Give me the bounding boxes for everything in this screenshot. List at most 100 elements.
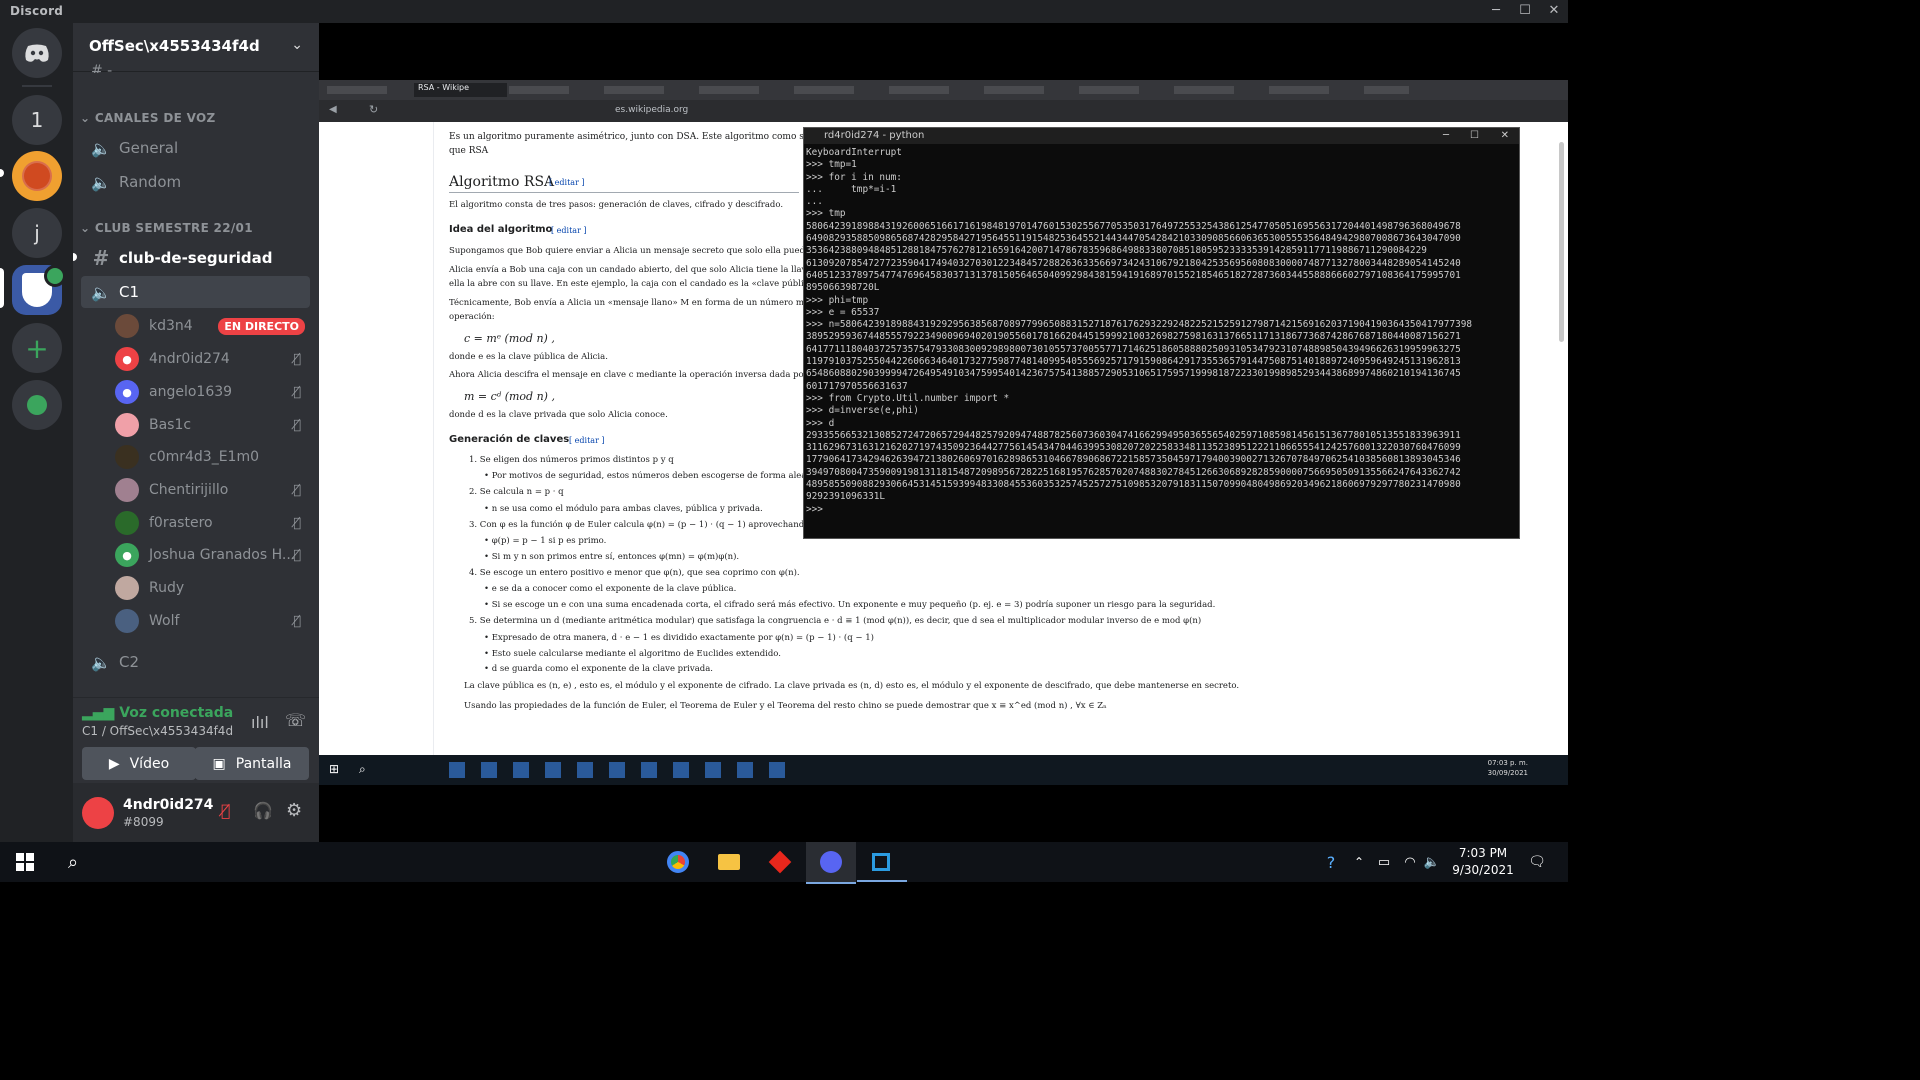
file-explorer-icon[interactable] [717, 850, 741, 874]
speaker-icon: 🔈 [91, 282, 111, 302]
text-channel-club-de-seguridad[interactable]: # club-de-seguridad [81, 242, 310, 274]
avatar [115, 413, 139, 437]
diamond-shape [768, 850, 792, 874]
system-clock[interactable]: 7:03 PM 9/30/2021 [1448, 845, 1518, 879]
wiki-euler: Usando las propiedades de la función de … [464, 701, 1107, 711]
browser-tab-active[interactable]: RSA - Wikipe [414, 83, 507, 97]
avatar[interactable] [82, 797, 114, 829]
streamed-clock: 07:03 p. m. 30/09/2021 [1488, 758, 1528, 778]
minimize-icon[interactable]: ─ [1443, 128, 1449, 144]
equation-decrypt: m = cᵈ (mod n) , [464, 390, 555, 403]
voice-channel-general[interactable]: 🔈 General [81, 132, 310, 164]
voice-channel-c1[interactable]: 🔈 C1 [81, 276, 310, 308]
wifi-icon[interactable]: ◠ [1398, 850, 1422, 874]
voice-user[interactable]: ● angelo1639 🎙̸ [115, 377, 311, 407]
username: c0mr4d3_E1m0 [149, 449, 259, 465]
voice-channel-c2[interactable]: 🔈 C2 [81, 646, 310, 678]
remote-desktop-icon[interactable] [869, 850, 893, 874]
page-scrollbar[interactable] [1559, 142, 1564, 342]
python-terminal-window[interactable]: rd4r0id274 - python ✕ ☐ ─ KeyboardInterr… [803, 127, 1520, 539]
server-list: 1 j + [0, 23, 73, 842]
clock-time: 7:03 PM [1458, 846, 1508, 860]
username: Bas1c [149, 417, 192, 433]
back-icon[interactable]: ◀ [329, 104, 337, 115]
streamed-time: 07:03 p. m. [1487, 759, 1528, 767]
close-button[interactable]: ✕ [1540, 2, 1568, 20]
voice-channel-random[interactable]: 🔈 Random [81, 166, 310, 198]
notification-icon[interactable]: 🗨 [1525, 850, 1549, 874]
signal-icon: ▂▄▆ [82, 705, 120, 721]
screen-label: Pantalla [235, 755, 292, 772]
volume-icon[interactable]: 🔈 [1420, 850, 1444, 874]
category-label: CLUB SEMESTRE 22/01 [94, 221, 253, 235]
clock-date: 9/30/2021 [1452, 863, 1514, 877]
user-panel: 4ndr0id274 #8099 🎙̸ 🎧 ⚙ [73, 783, 319, 842]
headphones-icon[interactable]: 🎧 [253, 801, 273, 820]
gen-step5b: • Expresado de otra manera, d · e − 1 es… [484, 633, 874, 643]
muted-mic-icon: 🎙̸ [293, 482, 301, 498]
unread-indicator [73, 253, 77, 261]
avatar [115, 511, 139, 535]
category-club[interactable]: ⌄ CLUB SEMESTRE 22/01 [80, 221, 253, 235]
guild-1[interactable]: 1 [12, 95, 62, 145]
edit-link[interactable]: [ editar ] [549, 178, 585, 187]
wiki-idea4: Técnicamente, Bob envía a Alicia un «men… [449, 298, 815, 308]
gen-step5c: • Esto suele calcularse mediante el algo… [484, 649, 781, 659]
heading-idea: Idea del algoritmo [449, 224, 553, 235]
terminal-output[interactable]: KeyboardInterrupt >>> tmp=1 >>> for i in… [804, 144, 1519, 519]
help-icon[interactable]: ? [1319, 850, 1343, 874]
voice-user[interactable]: Bas1c 🎙̸ [115, 410, 311, 440]
discord-taskbar-icon[interactable] [819, 850, 843, 874]
chrome-logo [667, 851, 689, 873]
edit-link[interactable]: [ editar ] [551, 226, 587, 235]
voice-channel-path[interactable]: C1 / OffSec\x4553434f4d [82, 724, 233, 738]
edit-link[interactable]: [ editar ] [569, 436, 605, 445]
channel-partial[interactable]: # - [91, 63, 112, 73]
explore-button[interactable] [12, 380, 62, 430]
avatar [115, 576, 139, 600]
voice-user[interactable]: ● 4ndr0id274 🎙̸ [115, 344, 311, 374]
voice-user[interactable]: Chentirijillo 🎙̸ [115, 475, 311, 505]
wiki-intro2: que RSA [449, 146, 489, 156]
guild-brain[interactable] [12, 151, 62, 201]
current-username: 4ndr0id274 [123, 797, 214, 813]
browser-tab[interactable] [327, 86, 387, 94]
git-app-icon[interactable] [768, 850, 792, 874]
add-server-button[interactable]: + [12, 323, 62, 373]
username: Chentirijillo [149, 482, 229, 498]
home-button[interactable] [12, 28, 62, 78]
category-voice[interactable]: ⌄ CANALES DE VOZ [80, 111, 215, 125]
voice-user[interactable]: c0mr4d3_E1m0 [115, 442, 311, 472]
avatar [115, 445, 139, 469]
guild-j[interactable]: j [12, 208, 62, 258]
voice-user[interactable]: f0rastero 🎙̸ [115, 508, 311, 538]
mute-mic-icon[interactable]: 🎙̸ [221, 801, 231, 820]
screen-share-button[interactable]: ▣ Pantalla [195, 747, 309, 780]
maximize-icon[interactable]: ☐ [1470, 128, 1479, 144]
settings-gear-icon[interactable]: ⚙ [286, 800, 302, 821]
voice-user[interactable]: Rudy [115, 573, 311, 603]
close-icon[interactable]: ✕ [1501, 128, 1509, 144]
channel-label: C2 [119, 653, 140, 671]
chevron-up-icon[interactable]: ⌃ [1347, 850, 1371, 874]
battery-icon[interactable]: ▭ [1372, 850, 1396, 874]
speaker-icon: 🔈 [91, 172, 111, 192]
minimize-button[interactable]: ─ [1482, 2, 1510, 20]
url-text[interactable]: es.wikipedia.org [615, 105, 688, 115]
screen-icon: ▣ [212, 755, 226, 772]
reload-icon[interactable]: ↻ [369, 103, 378, 116]
windows-start-button[interactable] [13, 850, 37, 874]
voice-user[interactable]: Wolf 🎙̸ [115, 606, 311, 636]
search-icon[interactable]: ⌕ [61, 850, 85, 874]
voice-user[interactable]: kd3n4 EN DIRECTO [115, 311, 311, 341]
category-label: CANALES DE VOZ [94, 111, 216, 125]
chrome-icon[interactable] [666, 850, 690, 874]
terminal-title-bar: rd4r0id274 - python ✕ ☐ ─ [804, 128, 1519, 144]
gen-step2b: • n se usa como el módulo para ambas cla… [484, 504, 763, 514]
voice-user[interactable]: ● Joshua Granados H... 🎙̸ [115, 540, 311, 570]
noise-suppression-icon[interactable]: ılıl [251, 713, 269, 732]
browser-tabs-blurred[interactable] [509, 86, 1409, 94]
video-button[interactable]: ▶ Vídeo [82, 747, 196, 780]
disconnect-icon[interactable]: ☏ [285, 711, 306, 731]
maximize-button[interactable]: ☐ [1511, 2, 1539, 20]
